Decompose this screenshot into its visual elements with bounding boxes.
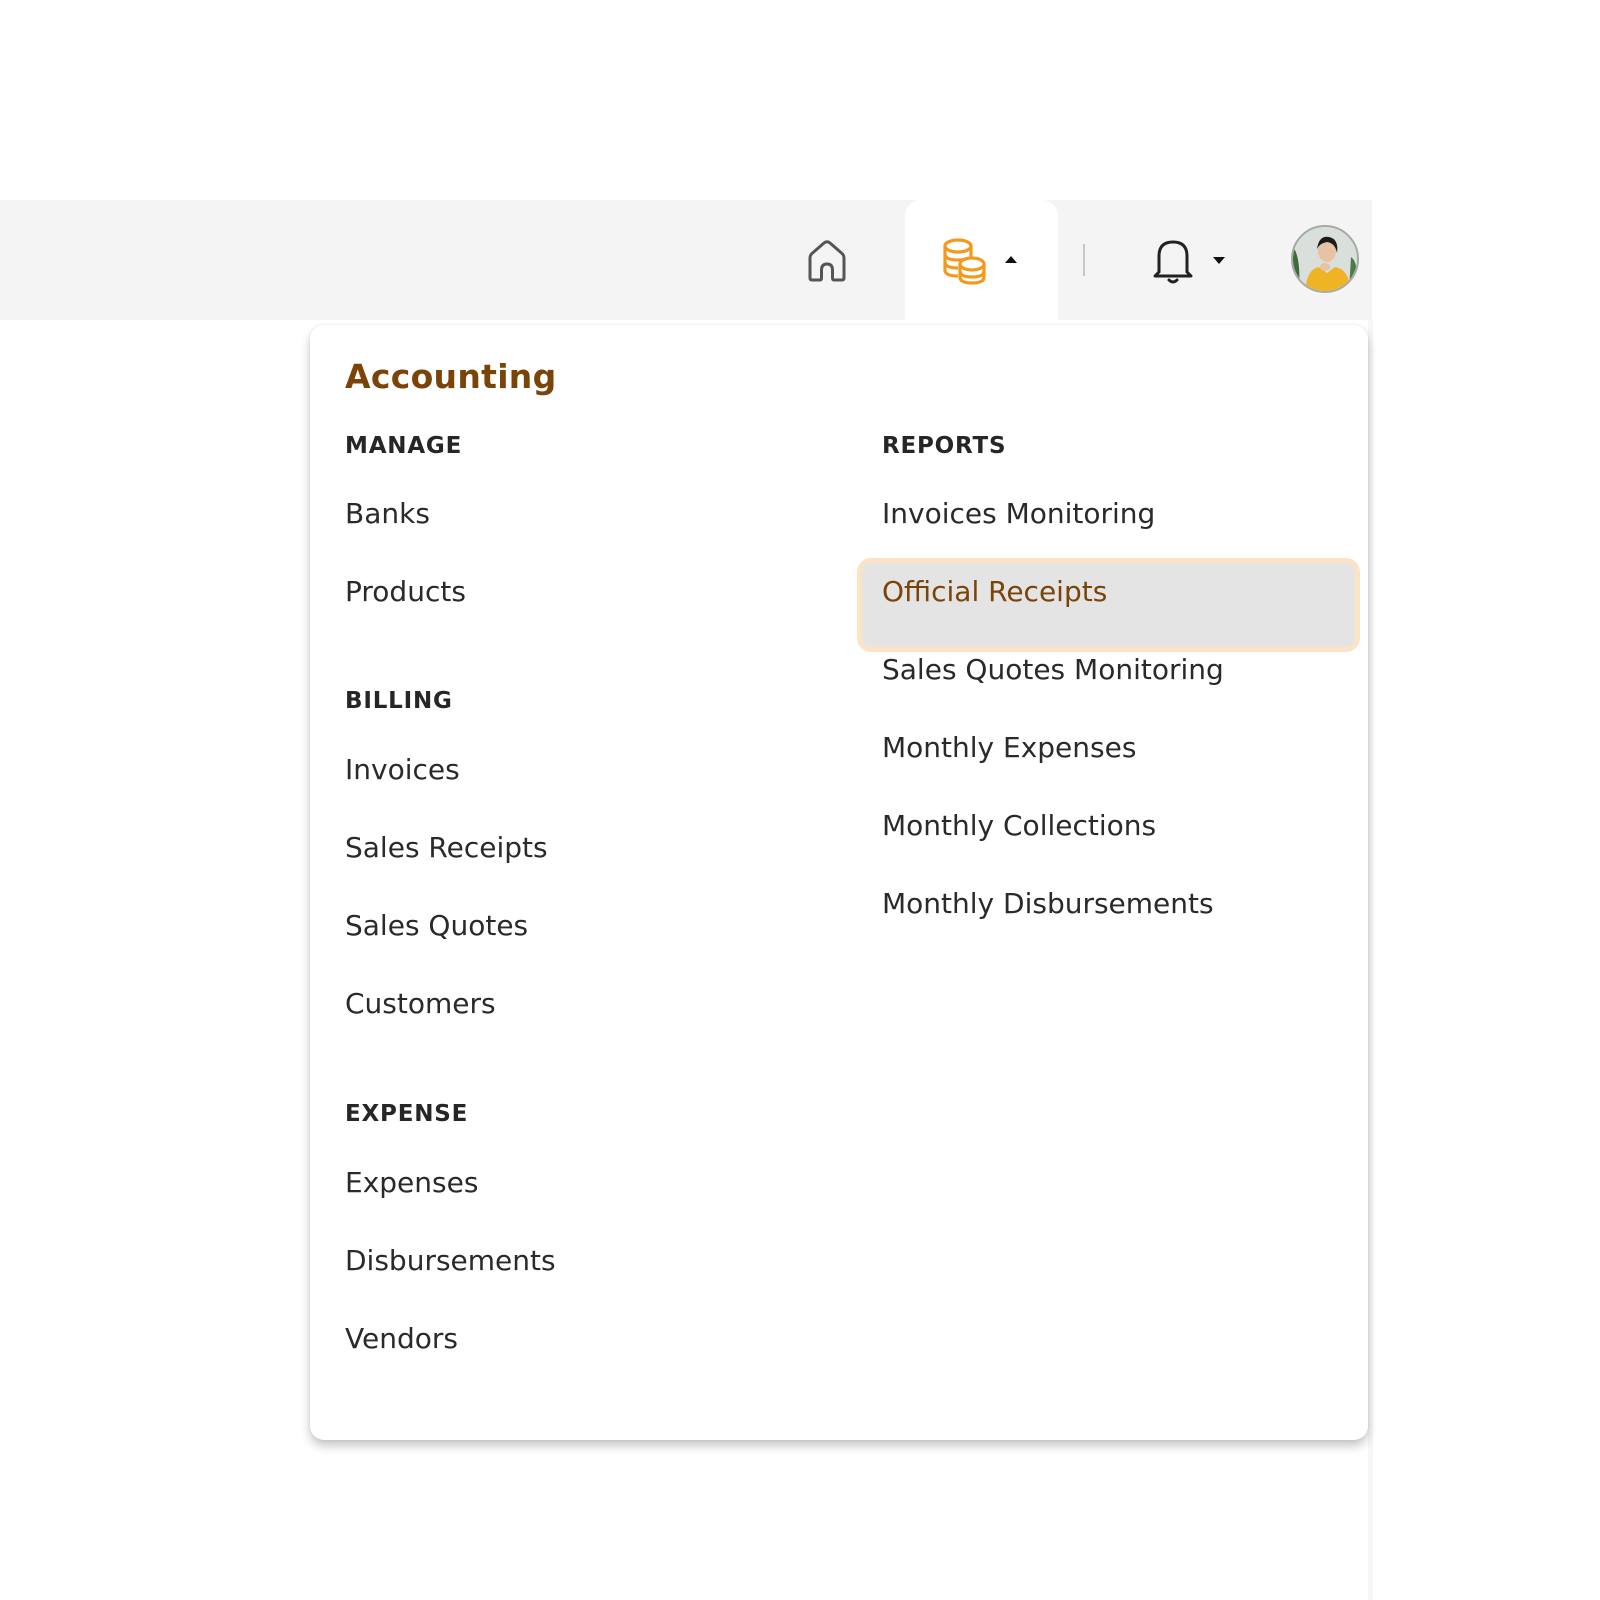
menu-item-vendors[interactable]: Vendors	[345, 1322, 458, 1355]
menu-item-monthly-disbursements[interactable]: Monthly Disbursements	[882, 887, 1214, 920]
avatar-photo-icon	[1293, 227, 1357, 291]
menu-title: Accounting	[345, 357, 557, 396]
section-heading-billing: BILLING	[345, 688, 453, 714]
caret-down-icon[interactable]	[1211, 254, 1227, 266]
caret-up-icon[interactable]	[1003, 253, 1019, 265]
menu-item-products[interactable]: Products	[345, 575, 466, 608]
accounting-dropdown-menu: Accounting MANAGE Banks Products BILLING…	[310, 325, 1368, 1440]
bell-icon[interactable]	[1150, 236, 1196, 286]
menu-item-banks[interactable]: Banks	[345, 497, 430, 530]
section-heading-manage: MANAGE	[345, 433, 463, 459]
coins-icon[interactable]	[940, 237, 988, 285]
section-heading-reports: REPORTS	[882, 433, 1007, 459]
avatar[interactable]	[1291, 225, 1359, 293]
page-edge	[1368, 320, 1373, 1600]
menu-item-invoices-monitoring[interactable]: Invoices Monitoring	[882, 497, 1155, 530]
menu-item-monthly-collections[interactable]: Monthly Collections	[882, 809, 1156, 842]
menu-item-expenses[interactable]: Expenses	[345, 1166, 478, 1199]
menu-item-sales-quotes[interactable]: Sales Quotes	[345, 909, 528, 942]
menu-item-customers[interactable]: Customers	[345, 987, 496, 1020]
menu-item-sales-quotes-monitoring[interactable]: Sales Quotes Monitoring	[882, 653, 1224, 686]
section-heading-expense: EXPENSE	[345, 1101, 469, 1127]
menu-item-invoices[interactable]: Invoices	[345, 753, 460, 786]
menu-item-monthly-expenses[interactable]: Monthly Expenses	[882, 731, 1136, 764]
menu-item-official-receipts[interactable]: Official Receipts	[882, 575, 1107, 608]
navbar-divider	[1083, 244, 1085, 276]
menu-item-disbursements[interactable]: Disbursements	[345, 1244, 556, 1277]
menu-item-sales-receipts[interactable]: Sales Receipts	[345, 831, 548, 864]
home-icon[interactable]	[804, 238, 850, 284]
